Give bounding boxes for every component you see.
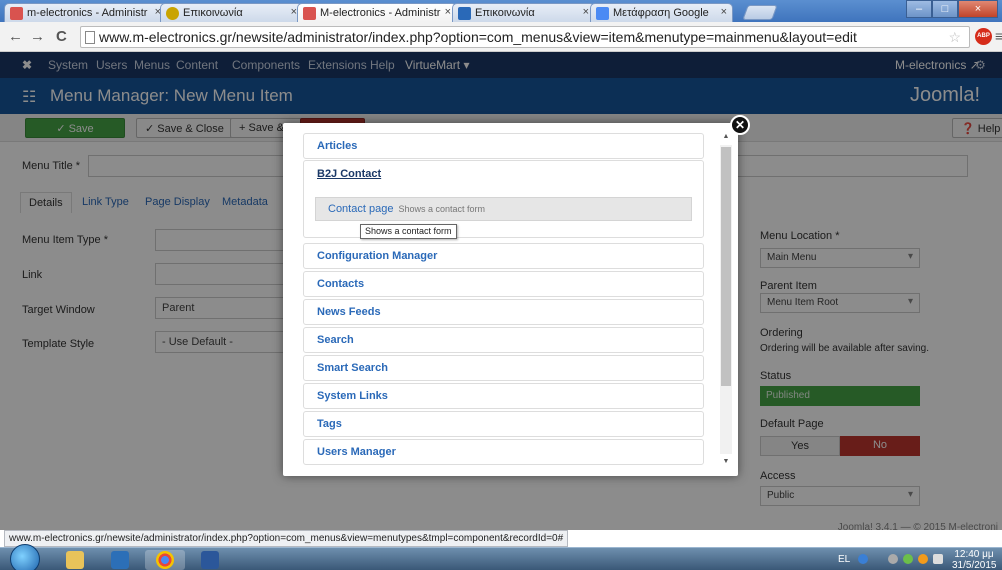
browser-tab[interactable]: Επικοινωνία ×	[160, 3, 303, 22]
browser-tab[interactable]: Επικοινωνία ×	[452, 3, 595, 22]
browser-tab-active[interactable]: M-electronics - Administr ×	[297, 3, 457, 22]
app-tray-icon[interactable]	[918, 554, 928, 564]
b2j-contact-title[interactable]: B2J Contact	[317, 168, 381, 180]
modal-scrollbar[interactable]: ▲ ▼	[720, 131, 732, 468]
folder-icon	[66, 551, 84, 569]
minimize-button[interactable]: –	[906, 0, 932, 18]
menu-type-contacts[interactable]: Contacts	[303, 271, 704, 297]
taskbar-chrome[interactable]	[145, 550, 185, 570]
window-controls: – □ ×	[906, 0, 998, 18]
scroll-thumb[interactable]	[721, 147, 731, 386]
back-button[interactable]: ←	[8, 28, 23, 45]
tab-close-icon[interactable]: ×	[721, 6, 727, 18]
browser-tab[interactable]: Μετάφραση Google ×	[590, 3, 733, 22]
clock-date: 31/5/2015	[952, 560, 997, 570]
browser-tab[interactable]: m-electronics - Administr ×	[4, 3, 167, 22]
menu-type-smart-search[interactable]: Smart Search	[303, 355, 704, 381]
chrome-icon	[156, 551, 174, 569]
browser-tab-strip: m-electronics - Administr × Επικοινωνία …	[0, 0, 1002, 22]
windows-taskbar: EL 12:40 μμ 31/5/2015	[0, 544, 1002, 570]
joomla-favicon-icon	[303, 7, 316, 20]
adblock-plus-icon[interactable]: ABP	[975, 28, 992, 45]
help-tray-icon[interactable]	[858, 554, 868, 564]
contact-page-option[interactable]: Contact page Shows a contact form	[315, 197, 692, 221]
network-tray-icon[interactable]	[903, 554, 913, 564]
word-icon	[201, 551, 219, 569]
contact-page-description: Shows a contact form	[398, 204, 486, 214]
bookmark-star-icon[interactable]: ☆	[948, 29, 961, 46]
new-tab-button[interactable]	[742, 5, 778, 20]
site-favicon-icon	[166, 7, 179, 20]
tab-label: M-electronics - Administr	[320, 7, 441, 19]
show-hidden-icons-icon[interactable]	[888, 554, 898, 564]
media-player-icon	[111, 551, 129, 569]
joomla-favicon-icon	[458, 7, 471, 20]
tab-label: m-electronics - Administr	[27, 7, 148, 19]
close-window-button[interactable]: ×	[958, 0, 998, 18]
menu-type-users-manager[interactable]: Users Manager	[303, 439, 704, 465]
taskbar-explorer[interactable]	[55, 550, 95, 570]
tab-label: Μετάφραση Google	[613, 7, 709, 19]
menu-type-search[interactable]: Search	[303, 327, 704, 353]
start-button[interactable]	[10, 544, 40, 570]
clock-time: 12:40 μμ	[954, 549, 994, 560]
tab-label: Επικοινωνία	[475, 7, 535, 19]
menu-type-system-links[interactable]: System Links	[303, 383, 704, 409]
scroll-down-arrow-icon[interactable]: ▼	[720, 456, 732, 468]
menu-type-news-feeds[interactable]: News Feeds	[303, 299, 704, 325]
taskbar-clock[interactable]: 12:40 μμ 31/5/2015	[952, 549, 997, 570]
contact-page-label: Contact page	[328, 203, 394, 215]
reload-button[interactable]: C	[56, 28, 67, 45]
address-bar[interactable]: www.m-electronics.gr/newsite/administrat…	[80, 26, 970, 48]
browser-toolbar: ← → C www.m-electronics.gr/newsite/admin…	[0, 22, 1002, 52]
menu-item-type-modal: Articles B2J Contact Contact page Shows …	[283, 123, 738, 476]
scroll-up-arrow-icon[interactable]: ▲	[720, 131, 732, 143]
modal-close-button[interactable]: ✕	[730, 115, 750, 135]
maximize-button[interactable]: □	[932, 0, 958, 18]
tab-close-icon[interactable]: ×	[445, 6, 451, 18]
taskbar-word[interactable]	[190, 550, 230, 570]
taskbar-media-player[interactable]	[100, 550, 140, 570]
page-icon	[85, 31, 95, 44]
menu-type-articles[interactable]: Articles	[303, 133, 704, 159]
tab-label: Επικοινωνία	[183, 7, 243, 19]
forward-button[interactable]: →	[30, 28, 45, 45]
joomla-favicon-icon	[10, 7, 23, 20]
status-bar-url: www.m-electronics.gr/newsite/administrat…	[4, 530, 569, 547]
url-text: www.m-electronics.gr/newsite/administrat…	[99, 29, 857, 45]
menu-type-tags[interactable]: Tags	[303, 411, 704, 437]
tab-close-icon[interactable]: ×	[583, 6, 589, 18]
contact-page-tooltip: Shows a contact form	[360, 224, 457, 239]
chrome-menu-icon[interactable]: ≡	[995, 28, 1002, 44]
language-indicator[interactable]: EL	[838, 554, 850, 565]
menu-type-configuration-manager[interactable]: Configuration Manager	[303, 243, 704, 269]
google-translate-favicon-icon	[596, 7, 609, 20]
battery-tray-icon[interactable]	[933, 554, 943, 564]
